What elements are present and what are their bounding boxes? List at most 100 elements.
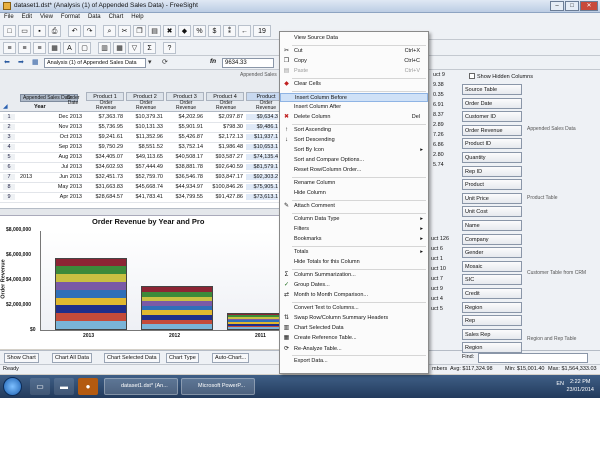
menu-item-cut[interactable]: ✂ Cut Ctrl+X (280, 47, 428, 56)
font-size-field[interactable]: 19 (253, 25, 271, 37)
chart-all-data-button[interactable]: Chart All Data (52, 353, 92, 363)
taskbar-task-powerpoint[interactable]: Microsoft PowerP... (181, 378, 255, 395)
menu-item-clear-cells[interactable]: ◆ Clear Cells (280, 80, 428, 89)
table-row[interactable]: 8 May 2013 $31,663.83 $45,668.74 $44,934.97 $… (0, 183, 290, 193)
menu-item-sort-ascending[interactable]: ↑ Sort Ascending (280, 126, 428, 135)
start-button[interactable] (3, 377, 22, 396)
font-color-icon[interactable]: A (63, 42, 76, 54)
currency-button[interactable]: $ (208, 25, 221, 37)
menu-item-create-reference-table[interactable]: ▦ Create Reference Table... (280, 334, 428, 343)
maximize-button[interactable]: □ (565, 1, 579, 11)
find-input[interactable] (478, 353, 588, 363)
chart-bar[interactable] (55, 257, 127, 330)
horizontal-scrollbar[interactable] (0, 208, 290, 215)
minimize-button[interactable]: – (550, 1, 564, 11)
help-icon[interactable]: ? (163, 42, 176, 54)
filter-icon[interactable]: ▽ (128, 42, 141, 54)
language-indicator[interactable]: EN (556, 381, 564, 387)
table-row[interactable]: 3 Oct 2013 $9,241.61 $11,352.96 $5,426.87 $2,… (0, 133, 290, 143)
redo-icon[interactable]: ↷ (83, 25, 96, 37)
open-folder-icon[interactable]: ▭ (18, 25, 31, 37)
refresh-icon[interactable]: ⟳ (162, 58, 172, 68)
percent-button[interactable]: % (193, 25, 206, 37)
align-center-icon[interactable]: ≡ (18, 42, 31, 54)
table-row[interactable]: 5 Aug 2013 $34,405.07 $49,113.65 $40,508.17 $… (0, 153, 290, 163)
new-file-icon[interactable]: □ (3, 25, 16, 37)
field-product[interactable]: Product (462, 179, 522, 191)
align-left-icon[interactable]: ≡ (3, 42, 16, 54)
menu-edit[interactable]: Edit (18, 13, 36, 23)
menu-item-sort-by-icon[interactable]: Sort By Icon ▸ (280, 146, 428, 155)
menu-item-bookmarks[interactable]: Bookmarks ▸ (280, 235, 428, 244)
chart-selected-data-button[interactable]: Chart Selected Data (104, 353, 160, 363)
show-hidden-columns-checkbox[interactable]: Show Hidden Columns (469, 73, 533, 80)
menu-item-column-data-type[interactable]: Column Data Type ▸ (280, 215, 428, 224)
menu-item-hide-column[interactable]: Hide Column (280, 189, 428, 198)
copy-icon[interactable]: ❐ (133, 25, 146, 37)
chart-bar[interactable] (141, 286, 213, 330)
menu-file[interactable]: File (0, 13, 18, 23)
field-region[interactable]: Region (462, 342, 522, 354)
sum-icon[interactable]: Σ (143, 42, 156, 54)
fill-color-icon[interactable]: ▦ (48, 42, 61, 54)
menu-item-group-dates[interactable]: ✓ Group Dates... (280, 281, 428, 290)
firefox-icon[interactable]: ● (78, 378, 98, 395)
table-row[interactable]: 2 Nov 2013 $5,736.95 $10,131.33 $5,901.91 $79… (0, 123, 290, 133)
field-product-id[interactable]: Product ID (462, 138, 522, 150)
paste-icon[interactable]: ▤ (148, 25, 161, 37)
menu-item-month-to-month-comparison[interactable]: ⇄ Month to Month Comparison... (280, 291, 428, 300)
menu-item-view-source-data[interactable]: View Source Data (280, 34, 428, 43)
field-sic[interactable]: SIC (462, 274, 522, 286)
menu-item-insert-column-after[interactable]: Insert Column After (280, 103, 428, 112)
show-chart-button[interactable]: Show Chart (4, 353, 39, 363)
explorer-icon[interactable]: ▭ (30, 378, 50, 395)
menu-item-hide-totals-for-this-column[interactable]: Hide Totals for this Column (280, 258, 428, 267)
menu-item-attach-comment[interactable]: ✎ Attach Comment (280, 202, 428, 211)
table-row[interactable]: 6 Jul 2013 $34,602.93 $57,444.49 $38,881.78 $… (0, 163, 290, 173)
menu-help[interactable]: Help (127, 13, 147, 23)
taskbar-clock[interactable]: 2:22 PM 23/01/2014 (566, 378, 594, 394)
field-company[interactable]: Company (462, 233, 522, 245)
menu-item-paste[interactable]: ▤ Paste Ctrl+V (280, 67, 428, 76)
field-unit-price[interactable]: Unit Price (462, 192, 522, 204)
table-row[interactable]: 1 Dec 2013 $7,363.78 $10,379.31 $4,202.96 $2,… (0, 113, 290, 123)
menu-data[interactable]: Data (84, 13, 105, 23)
field-region[interactable]: Region (462, 301, 522, 313)
field-mosaic[interactable]: Mosaic (462, 260, 522, 272)
menu-item-column-summarization[interactable]: Σ Column Summarization... (280, 271, 428, 280)
field-order-date[interactable]: Order Date (462, 97, 522, 109)
search-icon[interactable]: ⌕ (103, 25, 116, 37)
analysis-selector[interactable]: Analysis (1) of Appended Sales Data (44, 58, 146, 68)
close-button[interactable]: ✕ (580, 1, 598, 11)
menu-item-insert-column-before[interactable]: Insert Column Before (280, 92, 428, 102)
field-quantity[interactable]: Quantity (462, 152, 522, 163)
menu-item-filters[interactable]: Filters ▸ (280, 225, 428, 234)
chart-icon[interactable]: ▥ (98, 42, 111, 54)
field-credit[interactable]: Credit (462, 288, 522, 299)
decimal-icon[interactable]: ← (238, 25, 251, 37)
bold-icon[interactable]: ⁑ (223, 25, 236, 37)
chevron-down-icon[interactable]: ▾ (148, 58, 158, 68)
auto-chart-button[interactable]: Auto-Chart... (212, 353, 250, 363)
menu-item-convert-text-to-columns[interactable]: Convert Text to Columns... (280, 304, 428, 313)
year-header[interactable]: Year (34, 104, 46, 110)
order-date-header[interactable]: Order Date (62, 96, 84, 107)
menu-item-copy[interactable]: ❐ Copy Ctrl+C (280, 57, 428, 66)
field-source-table[interactable]: Source Table (462, 84, 522, 95)
field-sales-rep[interactable]: Sales Rep (462, 328, 522, 340)
taskbar-task-freesight[interactable]: dataset1.dst* (An... (104, 378, 178, 395)
table-icon[interactable]: ▦ (113, 42, 126, 54)
print-icon[interactable]: ⎙ (48, 25, 61, 37)
border-icon[interactable]: ▢ (78, 42, 91, 54)
eraser-icon[interactable]: ◆ (178, 25, 191, 37)
menu-item-export-data[interactable]: Export Data... (280, 357, 428, 366)
field-rep[interactable]: Rep (462, 315, 522, 327)
back-arrow-icon[interactable]: ⬅ (4, 58, 14, 68)
menu-item-totals[interactable]: Totals ▸ (280, 248, 428, 257)
field-gender[interactable]: Gender (462, 247, 522, 259)
chart-type-dropdown[interactable]: Chart Type (166, 353, 199, 363)
menu-item-reset-row-column-order[interactable]: Reset Row/Column Order... (280, 166, 428, 175)
field-rep-id[interactable]: Rep ID (462, 165, 522, 177)
folder-icon[interactable]: ▬ (54, 378, 74, 395)
undo-icon[interactable]: ↶ (68, 25, 81, 37)
